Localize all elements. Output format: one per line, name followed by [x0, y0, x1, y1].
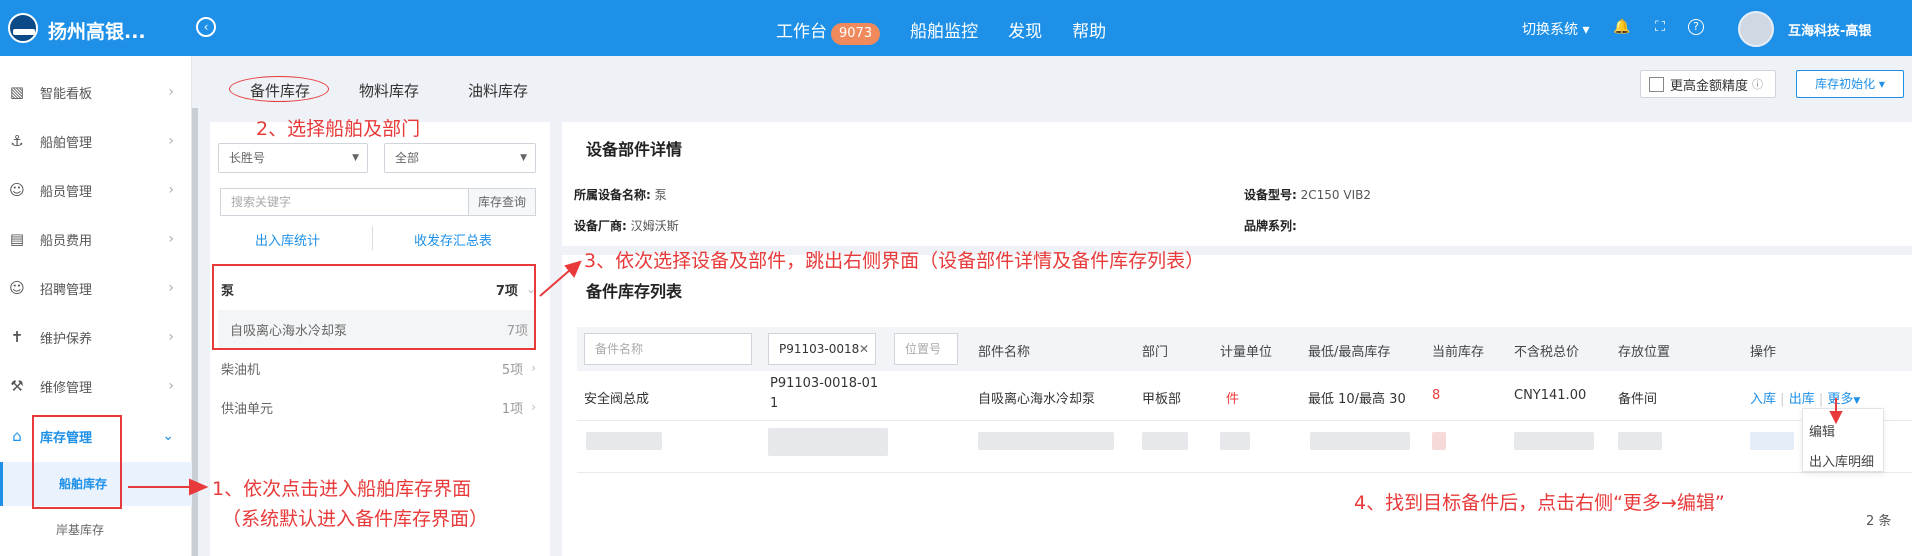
- annotation-arrow-3-head: [564, 260, 582, 278]
- annotation-arrows: [128, 260, 1843, 496]
- annotation-arrow-3: [539, 269, 571, 297]
- annotation-step-1-note: （系统默认进入备件库存界面）: [222, 508, 489, 530]
- annotation-arrow-4-head: [1829, 411, 1843, 425]
- annotation-step-1: 1、依次点击进入船舶库存界面: [212, 478, 472, 500]
- annotation-step-3: 3、依次选择设备及部件，跳出右侧界面（设备部件详情及备件库存列表）: [584, 250, 1205, 272]
- annotation-step-4: 4、找到目标备件后，点击右侧“更多→编辑”: [1354, 492, 1725, 514]
- annotation-arrow-1-head: [189, 478, 209, 496]
- annotation-step-2: 2、选择船舶及部门: [256, 118, 421, 140]
